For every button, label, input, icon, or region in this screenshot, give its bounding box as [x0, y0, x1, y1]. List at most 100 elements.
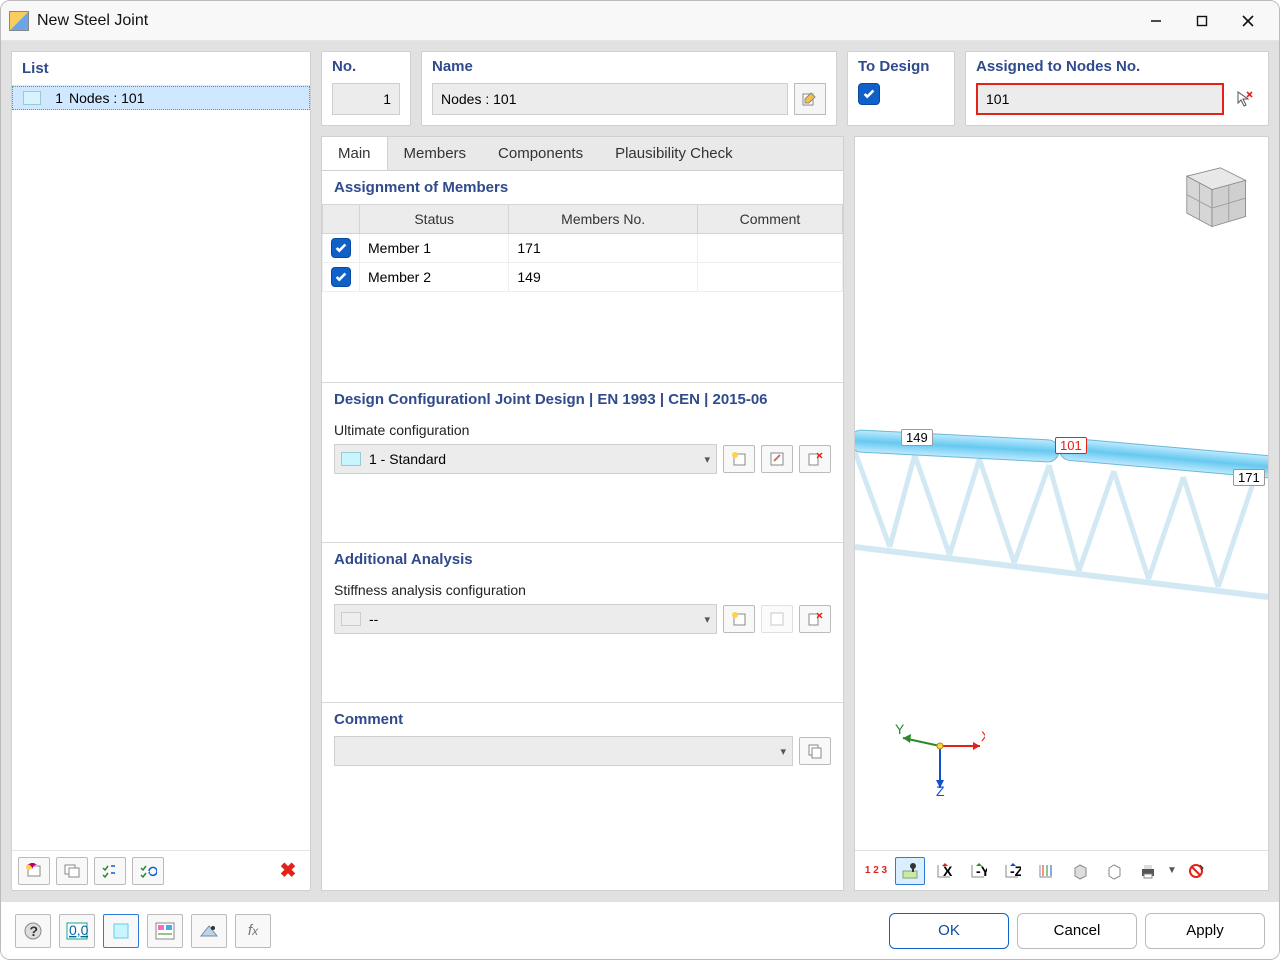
table-row: Member 2 149 — [323, 263, 843, 292]
graphics-button[interactable] — [147, 914, 183, 948]
stiffness-new-button[interactable] — [723, 605, 755, 633]
show-numbers-button[interactable]: 1 2 3 — [861, 857, 891, 885]
stiffness-config-label: Stiffness analysis configuration — [322, 576, 843, 604]
members-section: Assignment of Members Status Members No.… — [322, 171, 843, 383]
axes-icon: X Y Z — [895, 716, 985, 796]
reset-view-button[interactable] — [1181, 857, 1211, 885]
main-panel: Main Members Components Plausibility Che… — [321, 136, 844, 891]
comment-heading: Comment — [322, 703, 843, 736]
list-heading: List — [12, 52, 310, 86]
window-maximize-button[interactable] — [1179, 5, 1225, 37]
col-comment: Comment — [697, 205, 842, 234]
name-input[interactable]: Nodes : 101 — [432, 83, 788, 115]
tab-main[interactable]: Main — [322, 137, 388, 170]
list-toolbar: ✦ ✖ — [12, 850, 310, 890]
no-input[interactable]: 1 — [332, 83, 400, 115]
stiffness-pick-button[interactable] — [799, 605, 831, 633]
design-config-section: Design Configurationl Joint Design | EN … — [322, 383, 843, 543]
no-field: No. 1 — [321, 51, 411, 126]
pick-nodes-button[interactable] — [1230, 85, 1258, 113]
to-design-field: To Design — [847, 51, 955, 126]
no-label: No. — [332, 58, 400, 75]
window-close-button[interactable] — [1225, 5, 1271, 37]
tabs: Main Members Components Plausibility Che… — [322, 137, 843, 171]
view-settings-button[interactable] — [191, 914, 227, 948]
name-label: Name — [432, 58, 826, 75]
to-design-label: To Design — [858, 58, 944, 75]
svg-text:✦: ✦ — [27, 863, 39, 873]
axis-z-button[interactable]: -Z — [997, 857, 1027, 885]
tab-plausibility[interactable]: Plausibility Check — [599, 137, 749, 170]
config-edit-button[interactable] — [761, 445, 793, 473]
name-field: Name Nodes : 101 — [421, 51, 837, 126]
col-members-no: Members No. — [509, 205, 698, 234]
stiffness-config-dropdown[interactable]: --▾ — [334, 604, 717, 634]
preview-panel: 149 101 171 X Y Z — [854, 136, 1269, 891]
refresh-checks-button[interactable] — [132, 857, 164, 885]
svg-text:X: X — [981, 728, 985, 744]
list-item[interactable]: 1 Nodes : 101 — [12, 86, 310, 110]
cell-comment[interactable] — [697, 234, 842, 263]
color-button[interactable] — [103, 914, 139, 948]
axis-y-button[interactable]: -Y — [963, 857, 993, 885]
copy-item-button[interactable] — [56, 857, 88, 885]
cell-comment[interactable] — [697, 263, 842, 292]
view-cube-icon[interactable] — [1170, 151, 1254, 235]
list-panel: List 1 Nodes : 101 ✦ ✖ — [11, 51, 311, 891]
apply-button[interactable]: Apply — [1145, 913, 1265, 949]
preview-toolbar: 1 2 3 X -Y -Z ▼ — [855, 850, 1268, 890]
comment-dropdown[interactable]: ▾ — [334, 736, 793, 766]
units-button[interactable]: 0,00 — [59, 914, 95, 948]
row-checkbox[interactable] — [331, 238, 351, 258]
window-minimize-button[interactable] — [1133, 5, 1179, 37]
config-pick-button[interactable] — [799, 445, 831, 473]
list-item-number: 1 — [47, 90, 63, 106]
config-new-button[interactable] — [723, 445, 755, 473]
delete-item-button[interactable]: ✖ — [272, 857, 304, 885]
col-status: Status — [360, 205, 509, 234]
svg-text:?: ? — [30, 923, 39, 939]
help-button[interactable]: ? — [15, 914, 51, 948]
to-design-checkbox[interactable] — [858, 83, 880, 105]
additional-analysis-section: Additional Analysis Stiffness analysis c… — [322, 543, 843, 703]
member-label-171: 171 — [1233, 469, 1265, 486]
show-loads-button[interactable] — [895, 857, 925, 885]
svg-text:0,00: 0,00 — [69, 922, 88, 938]
ultimate-config-label: Ultimate configuration — [322, 416, 843, 444]
assigned-nodes-field: Assigned to Nodes No. 101 — [965, 51, 1269, 126]
dialog-new-steel-joint: New Steel Joint List 1 Nodes : 101 ✦ — [0, 0, 1280, 960]
ok-button[interactable]: OK — [889, 913, 1009, 949]
cell-status[interactable]: Member 2 — [360, 263, 509, 292]
cell-number[interactable]: 149 — [509, 263, 698, 292]
members-section-heading: Assignment of Members — [322, 171, 843, 204]
comment-library-button[interactable] — [799, 737, 831, 765]
wireframe-button[interactable] — [1099, 857, 1129, 885]
iso-view-button[interactable] — [1031, 857, 1061, 885]
preview-viewport[interactable]: 149 101 171 X Y Z — [855, 137, 1268, 850]
list-color-swatch — [23, 91, 41, 105]
tab-components[interactable]: Components — [482, 137, 599, 170]
row-checkbox[interactable] — [331, 267, 351, 287]
list-item-label: Nodes : 101 — [69, 90, 309, 106]
edit-name-button[interactable] — [794, 83, 826, 115]
titlebar: New Steel Joint — [1, 1, 1279, 41]
print-button[interactable] — [1133, 857, 1163, 885]
axis-x-button[interactable]: X — [929, 857, 959, 885]
member-label-149: 149 — [901, 429, 933, 446]
comment-section: Comment ▾ — [322, 703, 843, 776]
stiffness-edit-button — [761, 605, 793, 633]
ultimate-config-dropdown[interactable]: 1 - Standard▾ — [334, 444, 717, 474]
cancel-button[interactable]: Cancel — [1017, 913, 1137, 949]
formula-button[interactable]: fx — [235, 914, 271, 948]
cell-status[interactable]: Member 1 — [360, 234, 509, 263]
cell-number[interactable]: 171 — [509, 234, 698, 263]
tab-members[interactable]: Members — [388, 137, 483, 170]
check-all-button[interactable] — [94, 857, 126, 885]
members-table: Status Members No. Comment Member 1 171 — [322, 204, 843, 292]
view-cube-button[interactable] — [1065, 857, 1095, 885]
assigned-nodes-input[interactable]: 101 — [976, 83, 1224, 115]
window-title: New Steel Joint — [37, 12, 148, 30]
node-label-101: 101 — [1055, 437, 1087, 454]
new-item-button[interactable]: ✦ — [18, 857, 50, 885]
app-icon — [9, 11, 29, 31]
